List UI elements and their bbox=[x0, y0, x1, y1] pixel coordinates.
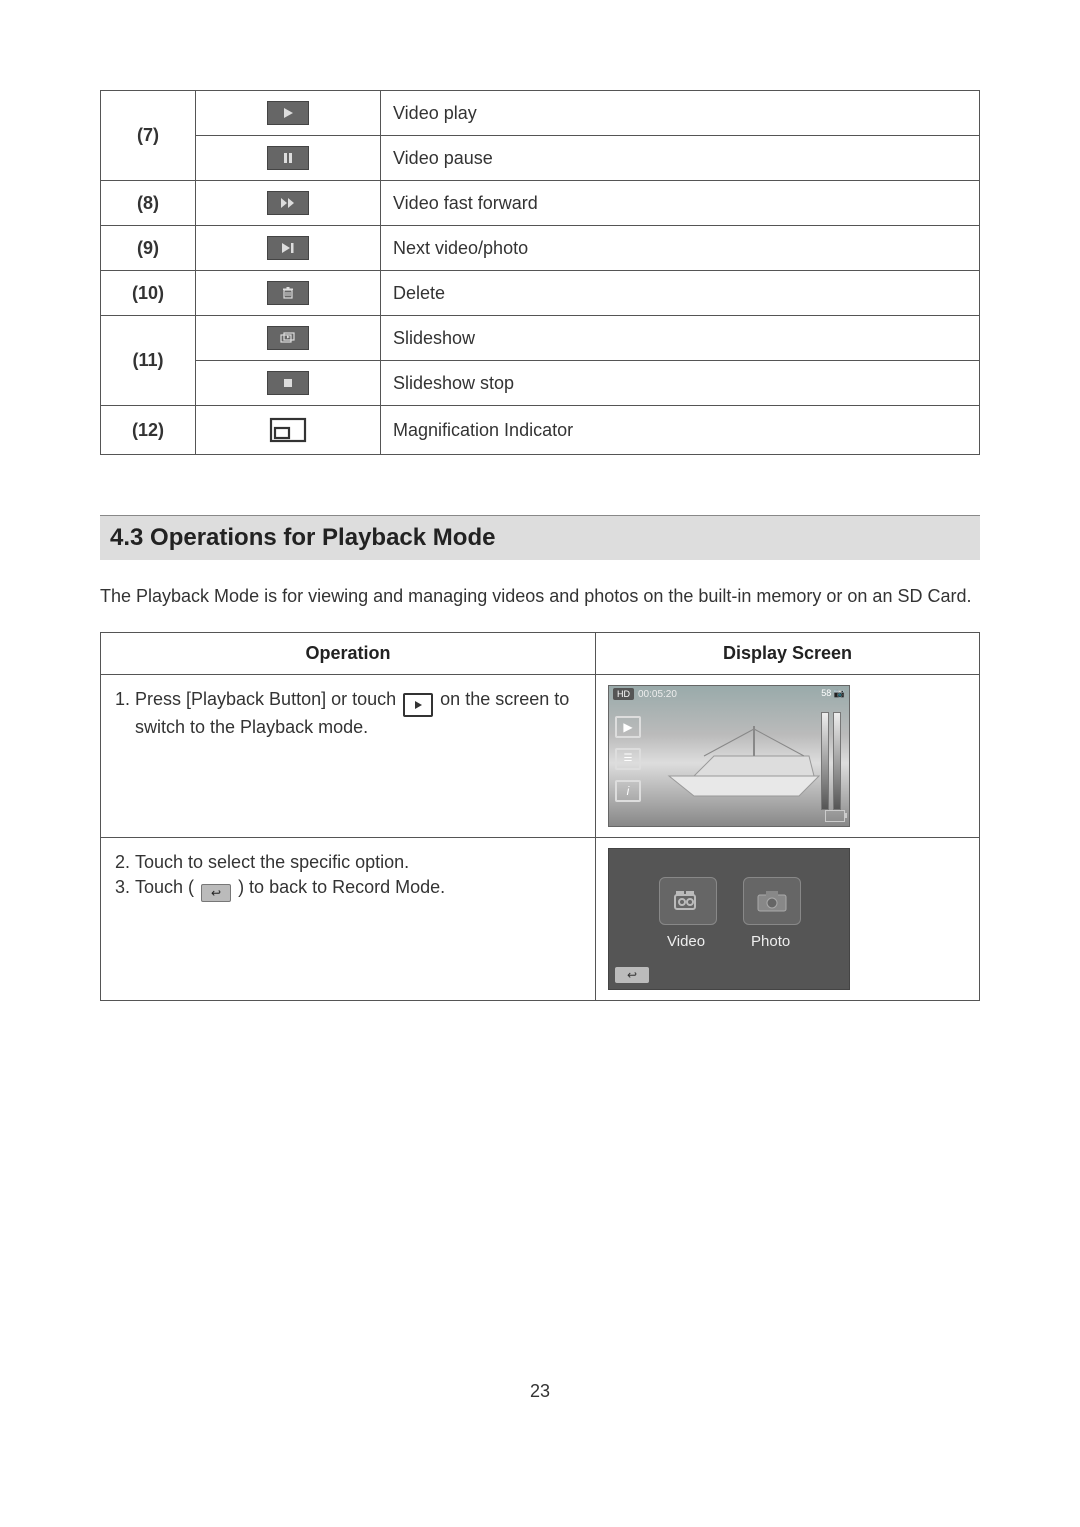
play-mini-icon: ▶ bbox=[615, 716, 641, 738]
step-1: Press [Playback Button] or touch on the … bbox=[135, 689, 583, 738]
stop-icon bbox=[267, 371, 309, 395]
count-label: 58 bbox=[821, 688, 831, 698]
icon-cell bbox=[196, 271, 381, 316]
video-label: Video bbox=[667, 933, 705, 950]
return-inline-icon: ↩ bbox=[201, 884, 231, 902]
play-icon bbox=[267, 101, 309, 125]
column-header-display-screen: Display Screen bbox=[596, 633, 980, 675]
battery-icon bbox=[825, 810, 845, 822]
step-2: Touch to select the specific option. bbox=[135, 852, 583, 873]
icon-cell bbox=[196, 91, 381, 136]
next-icon bbox=[267, 236, 309, 260]
display-screen-cell: HD 00:05:20 58 📷 ▶ ☰ i bbox=[596, 675, 980, 838]
playback-icon-table: (7) Video play Video pause (8) Video fas… bbox=[100, 90, 980, 455]
row-number: (8) bbox=[101, 181, 196, 226]
icon-label: Magnification Indicator bbox=[381, 406, 980, 455]
page-number: 23 bbox=[100, 1381, 980, 1402]
playback-inline-icon bbox=[403, 693, 433, 717]
icon-label: Next video/photo bbox=[381, 226, 980, 271]
row-number: (10) bbox=[101, 271, 196, 316]
icon-cell bbox=[196, 406, 381, 455]
step-3: Touch ( ↩ ) to back to Record Mode. bbox=[135, 877, 583, 902]
icon-cell bbox=[196, 361, 381, 406]
icon-label: Video play bbox=[381, 91, 980, 136]
photo-mini-icon: 📷 bbox=[834, 688, 845, 698]
column-header-operation: Operation bbox=[101, 633, 596, 675]
section-intro: The Playback Mode is for viewing and man… bbox=[100, 584, 980, 608]
photo-label: Photo bbox=[751, 933, 790, 950]
row-number: (7) bbox=[101, 91, 196, 181]
icon-cell bbox=[196, 181, 381, 226]
slideshow-icon bbox=[267, 326, 309, 350]
icon-label: Slideshow stop bbox=[381, 361, 980, 406]
list-mini-icon: ☰ bbox=[615, 748, 641, 770]
boat-image bbox=[664, 721, 824, 801]
operation-cell: Press [Playback Button] or touch on the … bbox=[101, 675, 596, 838]
slider-bar-icon bbox=[821, 712, 829, 810]
timestamp: 00:05:20 bbox=[638, 689, 677, 700]
info-mini-icon: i bbox=[615, 780, 641, 802]
icon-label: Video fast forward bbox=[381, 181, 980, 226]
mode-select-thumbnail: Video Photo ↩ bbox=[608, 848, 850, 990]
icon-label: Delete bbox=[381, 271, 980, 316]
magnification-indicator-icon bbox=[268, 416, 308, 444]
step-text: ) to back to Record Mode. bbox=[238, 877, 445, 897]
slider-bar-icon bbox=[833, 712, 841, 810]
playback-screen-thumbnail: HD 00:05:20 58 📷 ▶ ☰ i bbox=[608, 685, 850, 827]
photo-mode-icon bbox=[743, 877, 801, 925]
return-icon: ↩ bbox=[615, 967, 649, 983]
icon-cell bbox=[196, 136, 381, 181]
section-heading: 4.3 Operations for Playback Mode bbox=[100, 515, 980, 560]
row-number: (12) bbox=[101, 406, 196, 455]
display-screen-cell: Video Photo ↩ bbox=[596, 838, 980, 1001]
icon-cell bbox=[196, 226, 381, 271]
fast-forward-icon bbox=[267, 191, 309, 215]
step-text: Touch ( bbox=[135, 877, 194, 897]
video-mode-icon bbox=[659, 877, 717, 925]
icon-cell bbox=[196, 316, 381, 361]
step-text: Press [Playback Button] or touch bbox=[135, 689, 396, 709]
icon-label: Video pause bbox=[381, 136, 980, 181]
operations-table: Operation Display Screen Press [Playback… bbox=[100, 632, 980, 1001]
operation-cell: Touch to select the specific option. Tou… bbox=[101, 838, 596, 1001]
row-number: (11) bbox=[101, 316, 196, 406]
trash-icon bbox=[267, 281, 309, 305]
row-number: (9) bbox=[101, 226, 196, 271]
hd-badge: HD bbox=[613, 688, 634, 700]
pause-icon bbox=[267, 146, 309, 170]
icon-label: Slideshow bbox=[381, 316, 980, 361]
